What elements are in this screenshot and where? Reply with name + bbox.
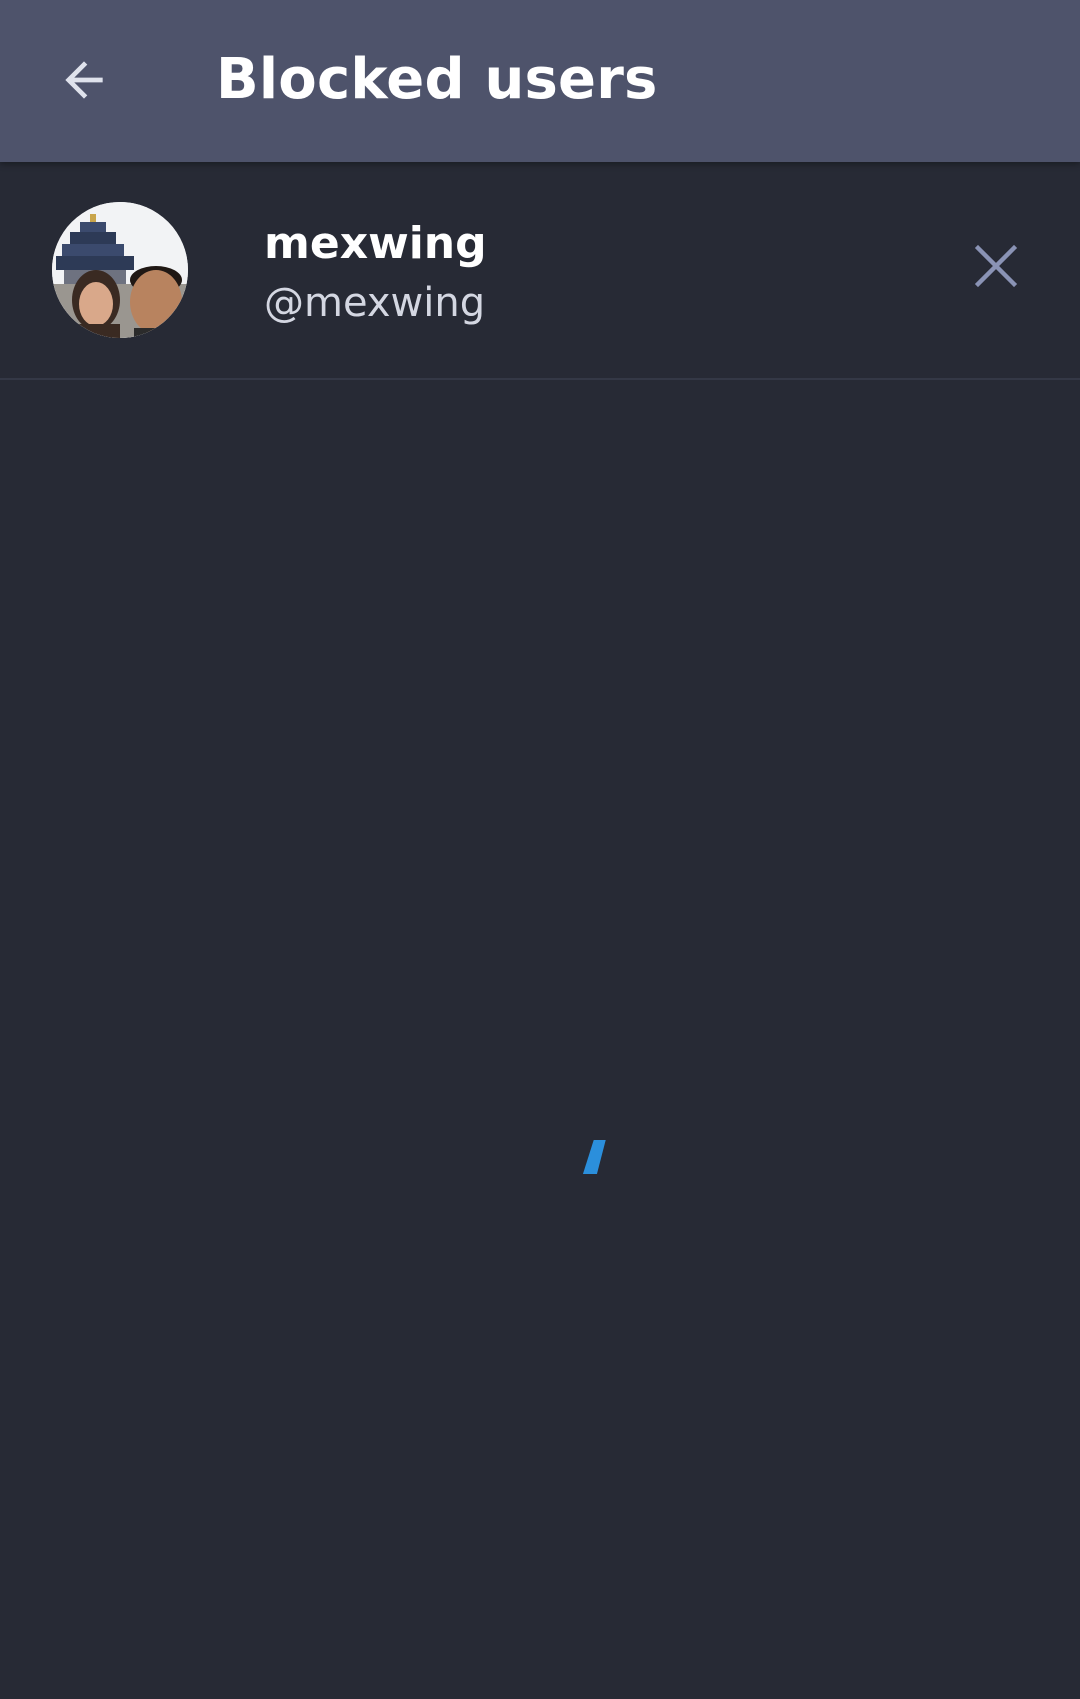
profile-photo [52, 202, 188, 338]
blocked-users-list: mexwing @mexwing [0, 162, 1080, 380]
arrow-left-icon [65, 61, 103, 99]
user-handle: @mexwing [264, 280, 486, 326]
avatar[interactable] [52, 202, 188, 338]
list-item[interactable]: mexwing @mexwing [0, 162, 1080, 380]
spinner-icon [582, 1140, 606, 1174]
back-button[interactable] [40, 36, 128, 124]
blocked-users-screen: Blocked users mexwing @mexwing [0, 0, 1080, 1699]
top-app-bar: Blocked users [0, 0, 1080, 162]
user-display-name: mexwing [264, 218, 487, 269]
loading-spinner [580, 1138, 608, 1178]
close-icon [974, 244, 1018, 288]
unblock-button[interactable] [956, 226, 1036, 306]
page-title: Blocked users [216, 47, 658, 112]
